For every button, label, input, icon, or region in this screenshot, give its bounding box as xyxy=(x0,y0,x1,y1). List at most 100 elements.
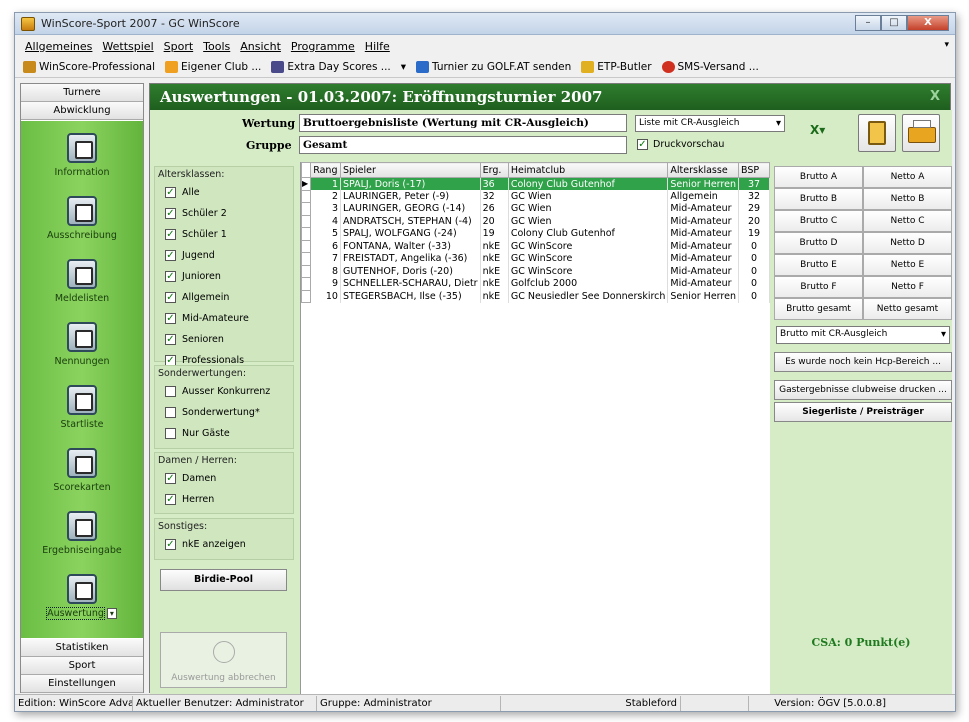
filter-junioren[interactable]: ✓ Junioren xyxy=(155,266,293,287)
checkbox[interactable] xyxy=(165,428,176,439)
checkbox[interactable]: ✓ xyxy=(637,139,648,150)
toolbar-extra-day-scores[interactable]: Extra Day Scores ... xyxy=(271,60,391,73)
toolbar-eigener-club[interactable]: Eigener Club ... xyxy=(165,60,261,73)
filter-jugend[interactable]: ✓ Jugend xyxy=(155,245,293,266)
menu-allgemeines[interactable]: Allgemeines xyxy=(25,40,92,53)
table-row[interactable]: 2 LAURINGER, Peter (-9) 32 GC Wien Allgemein… xyxy=(300,189,771,203)
minimize-button[interactable]: – xyxy=(855,15,881,31)
row-indicator[interactable]: ▶ xyxy=(300,177,312,191)
liste-dropdown[interactable]: Liste mit CR-Ausgleich xyxy=(635,115,785,132)
row-indicator[interactable] xyxy=(300,289,312,303)
nav-tab-sport[interactable]: Sport xyxy=(21,657,143,675)
filter-nur-gaeste[interactable]: Nur Gäste xyxy=(155,423,293,444)
netto-b-button[interactable]: Netto B xyxy=(863,188,952,210)
close-button[interactable]: X xyxy=(907,15,949,31)
toolbar-etp-butler[interactable]: ETP-Butler xyxy=(581,60,652,73)
menu-hilfe[interactable]: Hilfe xyxy=(365,40,390,53)
brutto-f-button[interactable]: Brutto F xyxy=(774,276,863,298)
filter-allgemein[interactable]: ✓ Allgemein xyxy=(155,287,293,308)
checkbox[interactable]: ✓ xyxy=(165,292,176,303)
netto-c-button[interactable]: Netto C xyxy=(863,210,952,232)
brutto-a-button[interactable]: Brutto A xyxy=(774,166,863,188)
table-row[interactable]: 9 SCHNELLER-SCHARAU, Dietr nkE Golfclub 200… xyxy=(300,277,771,291)
netto-a-button[interactable]: Netto A xyxy=(863,166,952,188)
brutto-gesamt-button[interactable]: Brutto gesamt xyxy=(774,298,863,320)
nav-item-auswertung[interactable]: Auswertung ▾ xyxy=(21,574,143,620)
nav-item-ergebniseingabe[interactable]: Ergebniseingabe xyxy=(21,511,143,556)
column-header-spieler[interactable]: Spieler xyxy=(339,162,481,178)
wertung-type-dropdown[interactable]: Brutto mit CR-Ausgleich xyxy=(776,326,950,344)
nav-item-scorekarten[interactable]: Scorekarten xyxy=(21,448,143,493)
hcp-bereich-button[interactable]: Es wurde noch kein Hcp-Bereich ... xyxy=(774,352,952,372)
wertung-field[interactable]: Bruttoergebnisliste (Wertung mit CR-Ausg… xyxy=(299,114,627,132)
filter-schueler-1[interactable]: ✓ Schüler 1 xyxy=(155,224,293,245)
table-row[interactable]: 4 ANDRATSCH, STEPHAN (-4) 20 GC Wien Mid-Ama… xyxy=(300,214,771,228)
table-row[interactable]: 6 FONTANA, Walter (-33) nkE GC WinScore Mid-… xyxy=(300,239,771,253)
checkbox[interactable]: ✓ xyxy=(165,250,176,261)
table-row[interactable]: 3 LAURINGER, GEORG (-14) 26 GC Wien Mid-Amat… xyxy=(300,202,771,216)
menu-sport[interactable]: Sport xyxy=(164,40,194,53)
nav-tab-turniere[interactable]: Turnere xyxy=(21,84,143,102)
menu-overflow-icon[interactable]: ▾ xyxy=(944,40,949,50)
checkbox[interactable]: ✓ xyxy=(165,334,176,345)
nav-tab-einstellungen[interactable]: Einstellungen xyxy=(21,675,143,693)
toolbar-dropdown[interactable]: ▾ xyxy=(401,61,406,73)
toolbar-winscore-professional[interactable]: WinScore-Professional xyxy=(23,60,155,73)
row-indicator[interactable] xyxy=(300,214,312,228)
checkbox[interactable]: ✓ xyxy=(165,494,176,505)
siegerliste-button[interactable]: Siegerliste / Preisträger xyxy=(774,402,952,422)
row-indicator[interactable] xyxy=(300,252,312,266)
row-indicator[interactable] xyxy=(300,189,312,203)
nav-item-ausschreibung[interactable]: Ausschreibung xyxy=(21,196,143,241)
filter-schueler-2[interactable]: ✓ Schüler 2 xyxy=(155,203,293,224)
filter-nke-anzeigen[interactable]: ✓ nkE anzeigen xyxy=(155,534,293,555)
brutto-d-button[interactable]: Brutto D xyxy=(774,232,863,254)
netto-d-button[interactable]: Netto D xyxy=(863,232,952,254)
toolbar-sms-versand[interactable]: SMS-Versand ... xyxy=(661,60,759,73)
checkbox[interactable]: ✓ xyxy=(165,208,176,219)
checkbox[interactable]: ✓ xyxy=(165,271,176,282)
filter-alle[interactable]: ✓ Alle xyxy=(155,182,293,203)
table-row[interactable]: 8 GUTENHOF, Doris (-20) nkE GC WinScore Mid-… xyxy=(300,264,771,278)
gruppe-field[interactable]: Gesamt xyxy=(299,136,627,154)
menu-ansicht[interactable]: Ansicht xyxy=(240,40,281,53)
checkbox[interactable] xyxy=(165,386,176,397)
table-row[interactable]: ▶ 1 SPALJ, Doris (-17) 36 Colony Club Gutenh… xyxy=(300,177,771,191)
nav-tab-abwicklung[interactable]: Abwicklung xyxy=(21,102,143,120)
results-grid[interactable]: Rang Spieler Erg. Heimatclub Altersklass… xyxy=(300,162,771,694)
netto-f-button[interactable]: Netto F xyxy=(863,276,952,298)
printer-icon[interactable] xyxy=(902,114,940,152)
checkbox[interactable]: ✓ xyxy=(165,473,176,484)
filter-herren[interactable]: ✓ Herren xyxy=(155,489,293,510)
abort-evaluation-button[interactable]: Auswertung abbrechen xyxy=(160,632,287,688)
checkbox[interactable]: ✓ xyxy=(165,313,176,324)
nav-item-startliste[interactable]: Startliste xyxy=(21,385,143,430)
filter-sonderwertung[interactable]: Sonderwertung* xyxy=(155,402,293,423)
column-header-rang[interactable]: Rang xyxy=(310,162,341,178)
birdie-pool-button[interactable]: Birdie-Pool xyxy=(160,569,287,591)
checkbox[interactable] xyxy=(165,407,176,418)
column-header-erg[interactable]: Erg. xyxy=(479,162,509,178)
menu-wettspiel[interactable]: Wettspiel xyxy=(102,40,153,53)
nav-item-meldelisten[interactable]: Meldelisten xyxy=(21,259,143,304)
excel-export-icon[interactable]: X▾ xyxy=(810,123,825,137)
filter-mid-amateure[interactable]: ✓ Mid-Amateure xyxy=(155,308,293,329)
nav-item-nennungen[interactable]: Nennungen xyxy=(21,322,143,367)
table-row[interactable]: 7 FREISTADT, Angelika (-36) nkE GC WinScore… xyxy=(300,252,771,266)
menu-programme[interactable]: Programme xyxy=(291,40,355,53)
column-header-heimatclub[interactable]: Heimatclub xyxy=(507,162,669,178)
druckvorschau-checkbox[interactable]: ✓ Druckvorschau xyxy=(637,139,724,150)
gastergebnisse-drucken-button[interactable]: Gastergebnisse clubweise drucken ... xyxy=(774,380,952,400)
filter-damen[interactable]: ✓ Damen xyxy=(155,468,293,489)
row-indicator[interactable] xyxy=(300,264,312,278)
menu-tools[interactable]: Tools xyxy=(203,40,230,53)
brutto-b-button[interactable]: Brutto B xyxy=(774,188,863,210)
checkbox[interactable]: ✓ xyxy=(165,229,176,240)
row-indicator[interactable] xyxy=(300,227,312,241)
table-row[interactable]: 10 STEGERSBACH, Ilse (-35) nkE GC Neusiedle… xyxy=(300,289,771,303)
column-header-altersklasse[interactable]: Altersklasse xyxy=(667,162,739,178)
row-indicator[interactable] xyxy=(300,277,312,291)
close-icon[interactable]: X xyxy=(930,84,940,110)
row-indicator[interactable] xyxy=(300,239,312,253)
checkbox[interactable]: ✓ xyxy=(165,539,176,550)
